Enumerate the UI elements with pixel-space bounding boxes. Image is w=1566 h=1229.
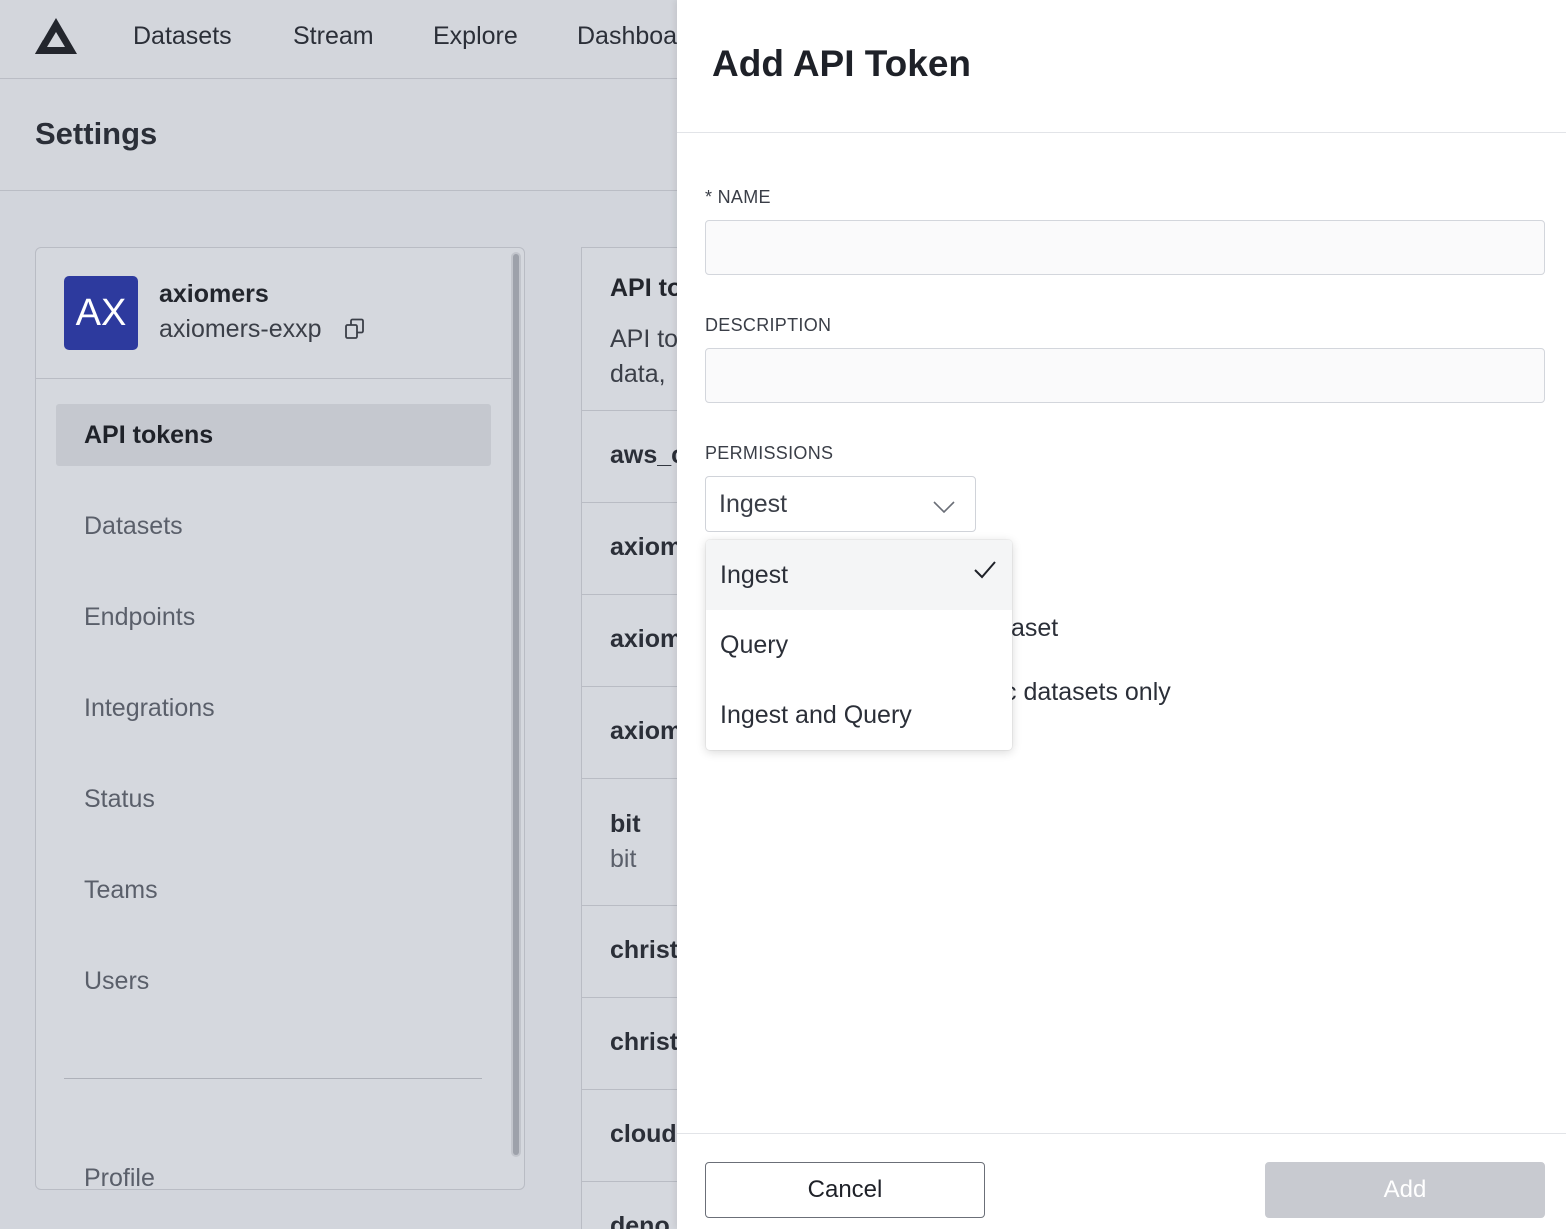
permission-option-ingest-and-query[interactable]: Ingest and Query [706,680,1012,750]
option-label: Ingest [720,560,789,589]
sidebar-item-integrations[interactable]: Integrations [56,677,491,739]
sidebar-item-users[interactable]: Users [56,950,491,1012]
dataset-option-text: taset [1004,614,1059,642]
page-title: Settings [35,116,158,151]
token-name: aws_c [610,441,686,469]
checkmark-icon [974,561,996,579]
sidebar-divider [64,1078,482,1079]
token-name: axiom [610,533,683,561]
token-description: bit [610,845,637,873]
nav-datasets[interactable]: Datasets [133,22,232,51]
sidebar-item-status[interactable]: Status [56,768,491,830]
drawer-title: Add API Token [712,43,971,84]
sidebar-item-endpoints[interactable]: Endpoints [56,586,491,648]
name-input[interactable] [705,220,1545,275]
datasets-only-option-text: c datasets only [1004,678,1171,706]
copy-icon[interactable] [343,317,367,341]
token-name: axiom [610,625,683,653]
org-id: axiomers-exxp [159,315,322,343]
permission-option-query[interactable]: Query [706,610,1012,680]
org-header: AX axiomers axiomers-exxp [36,248,511,379]
sidebar-item-teams[interactable]: Teams [56,859,491,921]
settings-sidebar: AX axiomers axiomers-exxp API tokens Dat… [35,247,525,1190]
sidebar-item-profile[interactable]: Profile [56,1147,491,1190]
sidebar-scrollbar[interactable] [511,252,521,1157]
option-label: Ingest and Query [720,700,912,729]
sidebar-item-datasets[interactable]: Datasets [56,495,491,557]
nav-dashboards[interactable]: Dashboa [577,22,677,51]
cancel-button[interactable]: Cancel [705,1162,985,1218]
description-label: DESCRIPTION [705,315,832,335]
token-name: axiom [610,717,683,745]
token-name: christ [610,1028,679,1056]
permissions-select[interactable]: Ingest [705,476,976,532]
nav-explore[interactable]: Explore [433,22,518,51]
permission-option-ingest[interactable]: Ingest [706,540,1012,610]
permissions-selected-value: Ingest [719,490,788,518]
add-api-token-drawer: Add API Token * NAME DESCRIPTION PERMISS… [677,0,1566,1229]
header-divider [677,132,1566,133]
permissions-dropdown-menu: Ingest Query Ingest and Query [706,540,1012,750]
axiom-logo-icon[interactable] [33,16,79,56]
chevron-down-icon [933,501,955,513]
avatar: AX [64,276,138,350]
sidebar-item-api-tokens[interactable]: API tokens [56,404,491,466]
api-tokens-title: API to [610,274,683,302]
permissions-label: PERMISSIONS [705,443,834,463]
add-button[interactable]: Add [1265,1162,1545,1218]
footer-divider [677,1133,1566,1134]
org-name: axiomers [159,280,269,308]
option-label: Query [720,630,789,659]
token-name: christ [610,936,679,964]
name-label: * NAME [705,187,771,207]
scrollbar-thumb[interactable] [513,254,519,1155]
token-name: deno [610,1212,670,1229]
description-input[interactable] [705,348,1545,403]
token-name: cloud [610,1120,677,1148]
nav-stream[interactable]: Stream [293,22,374,51]
token-name: bit [610,810,641,838]
